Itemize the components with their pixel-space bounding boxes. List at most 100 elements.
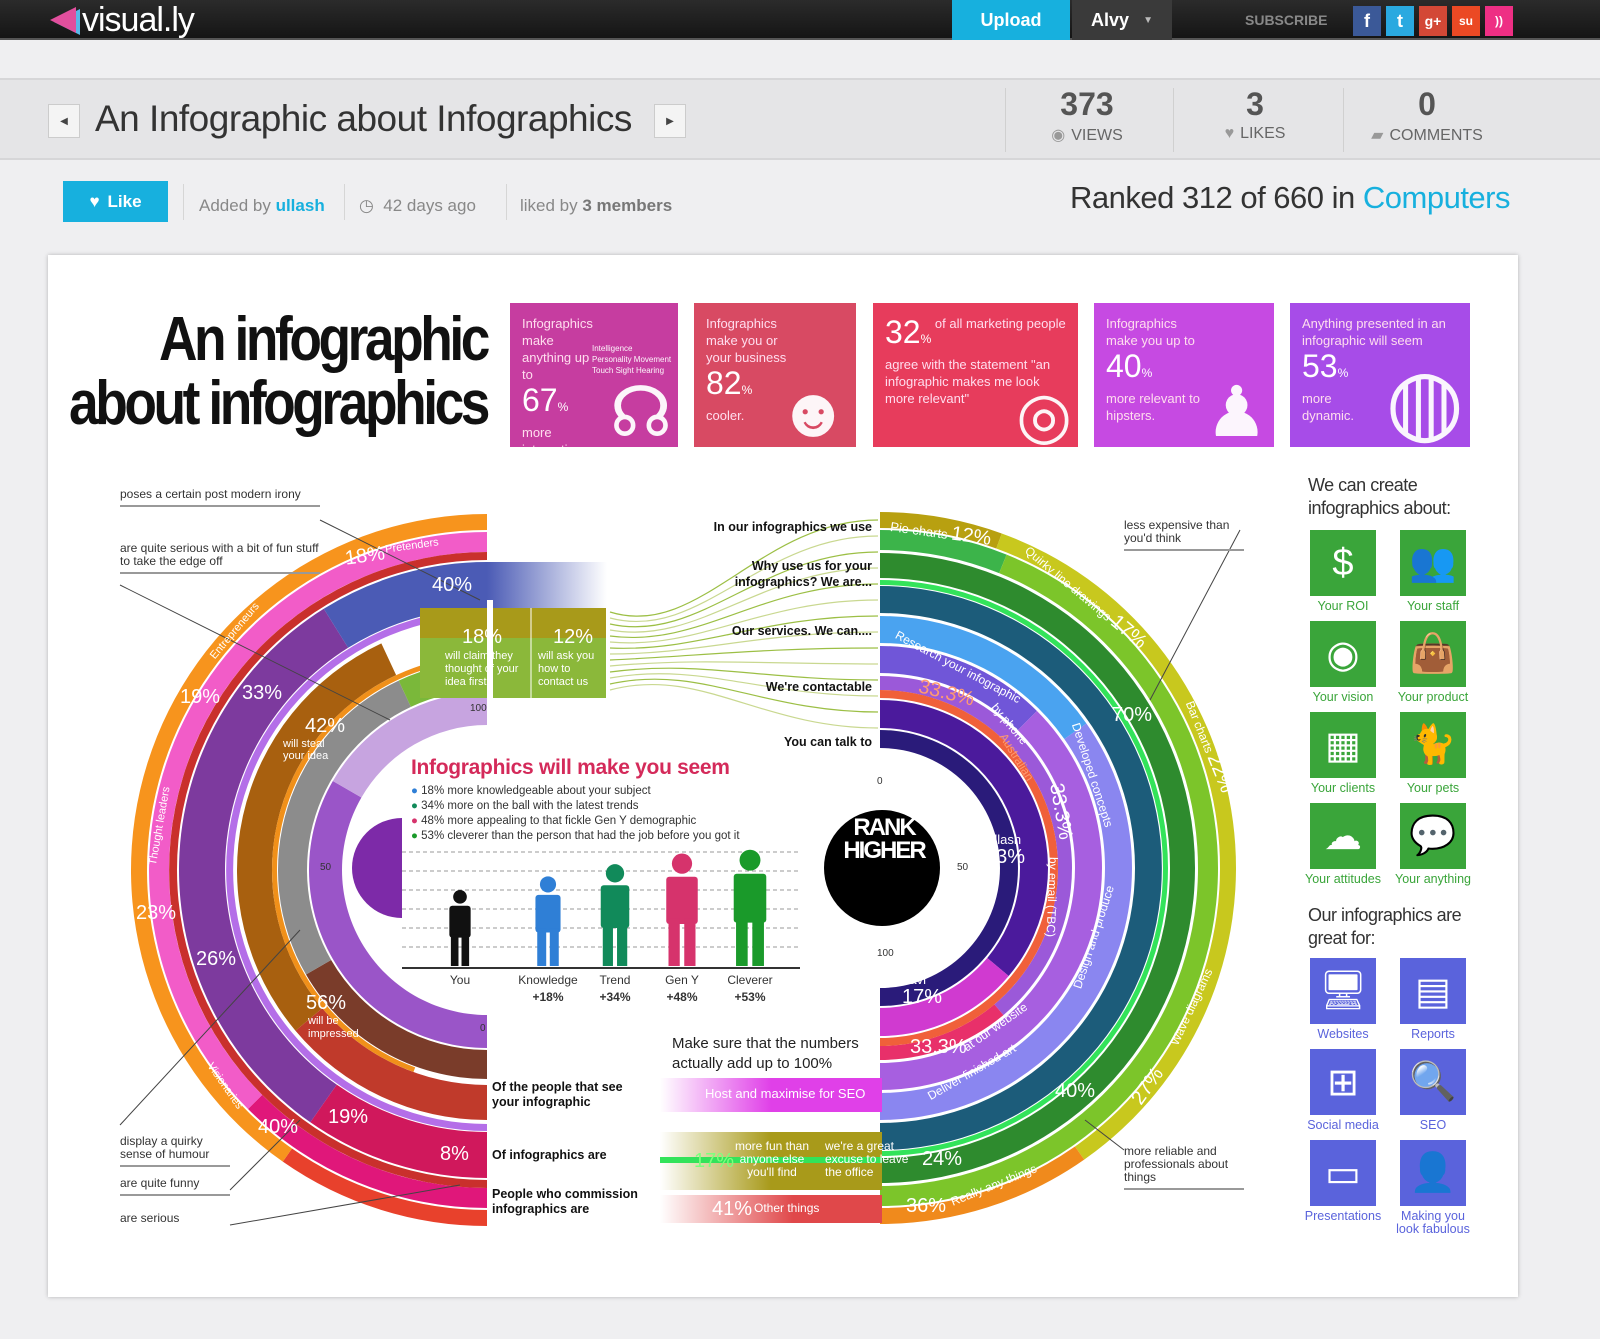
row-label: Of infographics are [492, 1148, 607, 1162]
upload-button[interactable]: Upload [952, 0, 1070, 40]
annotation: more reliable and professionals about th… [1124, 1145, 1244, 1190]
ring-value: 33.3% [910, 1036, 967, 1058]
stumbleupon-icon[interactable]: su [1452, 6, 1480, 36]
tile-label: SEO [1419, 1118, 1447, 1132]
ring-label: will claim they thought of your idea fir… [445, 650, 519, 688]
ring-value: 19% [328, 1106, 369, 1128]
previous-button[interactable]: ◀ [48, 104, 80, 138]
ring-value: 26% [196, 948, 237, 970]
ring-value: 8% [440, 1143, 469, 1165]
eye-icon: ◉ [1051, 127, 1066, 144]
ring-value: 40% [1055, 1080, 1096, 1102]
tile-value: 40 [1106, 348, 1142, 384]
added-by: Added by ullash [199, 196, 325, 216]
magnifier-icon: 🔍 [1400, 1049, 1466, 1115]
divider [183, 184, 184, 220]
building-icon: ▦ [1310, 712, 1376, 778]
tile-text: more relevant to hipsters. [1106, 391, 1200, 423]
ring-label: more fun than anyone else you'll find [734, 1139, 810, 1179]
ring-value: 12% [949, 522, 993, 550]
like-button[interactable]: ♥ Like [63, 181, 168, 222]
tile-text: Infographics make you up to [1106, 316, 1195, 348]
logo-mark-icon [50, 7, 76, 33]
brain-head-icon: ☊ [609, 373, 672, 447]
views-label: VIEWS [1071, 127, 1123, 144]
legend-item: ● 53% cleverer than the person that had … [411, 829, 740, 844]
tile-label: Websites [1317, 1027, 1369, 1041]
legend-dot-icon: ● [411, 830, 418, 842]
ring-label: we're a great excuse to leave the office [825, 1139, 909, 1179]
hipster-icon: ♟ [1205, 373, 1268, 447]
user-menu[interactable]: Alvy ▼ [1072, 0, 1172, 40]
tile-value: 82 [706, 365, 742, 401]
note-text: Make sure that the numbers actually add … [672, 1035, 859, 1072]
seem-chart-legend: ● 18% more knowledgeable about your subj… [411, 784, 740, 844]
legend-text: 18% more knowledgeable about your subjec… [421, 785, 651, 797]
comments-label: COMMENTS [1389, 127, 1483, 144]
row-label: People who commission infographics are [492, 1187, 638, 1216]
next-button[interactable]: ▶ [654, 104, 686, 138]
axis-tick: 0 [877, 776, 883, 787]
rss-icon[interactable]: )) [1485, 6, 1513, 36]
ring-label: Host and maximise for SEO [705, 1086, 866, 1101]
person-icon: 👤 [1400, 1140, 1466, 1206]
figure-name: Cleverer [727, 973, 773, 987]
ring-label: will ask you how to contact us [538, 650, 595, 688]
row-label: In our infographics we use [713, 520, 872, 534]
target-icon: ◎ [1016, 379, 1072, 447]
annotation: poses a certain post modern irony [120, 488, 320, 507]
time-ago: ◷ 42 days ago [359, 196, 476, 216]
page-title: An Infographic about Infographics [95, 98, 632, 139]
liked-count-link[interactable]: 3 members [582, 196, 672, 215]
tile-value: 32 [885, 314, 921, 350]
legend-item: ● 18% more knowledgeable about your subj… [411, 784, 740, 799]
tile-label: Presentations [1304, 1209, 1382, 1223]
figure-delta: +53% [734, 990, 766, 1004]
visually-logo[interactable]: visual.ly [50, 0, 195, 40]
figure-label: You [415, 972, 505, 989]
ring-value: 17% [902, 986, 943, 1008]
username: Alvy [1091, 9, 1130, 30]
ring-label: will be impressed [308, 1015, 359, 1040]
figure-name: You [449, 973, 471, 987]
twitter-icon[interactable]: t [1386, 6, 1414, 36]
rank-label: Ranked 312 of 660 in [1070, 180, 1355, 215]
legend-text: 34% more on the ball with the latest tre… [421, 800, 639, 812]
cat-icon: 🐈 [1400, 712, 1466, 778]
heart-icon: ♥ [89, 191, 100, 211]
ring-value: 40% [258, 1116, 299, 1138]
ring-value: 70% [1112, 704, 1153, 726]
tile-label: Reports [1411, 1027, 1455, 1041]
views-count: 373 [1060, 86, 1114, 122]
tile-label: Your pets [1406, 781, 1460, 795]
tile-text: more dynamic. [1302, 391, 1355, 423]
annotation: are quite serious with a bit of fun stuf… [120, 542, 320, 574]
facebook-icon[interactable]: f [1353, 6, 1381, 36]
axis-tick: 0 [480, 1023, 486, 1034]
row-label: You can talk to [784, 735, 872, 749]
logo-line: HIGHER [843, 837, 926, 864]
category-link[interactable]: Computers [1363, 180, 1511, 215]
tile-label: Your product [1397, 690, 1469, 704]
legend-dot-icon: ● [411, 800, 418, 812]
legend-dot-icon: ● [411, 815, 418, 827]
monitor-icon: 🖥 [1310, 958, 1376, 1024]
infographic-title: An infographic about infographics [69, 308, 490, 436]
ring-value: 41% [712, 1198, 753, 1220]
axis-tick: 50 [320, 862, 332, 873]
row-label: Why use us for your infographics? We are… [734, 559, 872, 589]
tile-label: Social media [1307, 1118, 1379, 1132]
ring-value: 19% [180, 686, 221, 708]
tile-label: Your staff [1406, 599, 1460, 613]
tile-label: Your clients [1310, 781, 1376, 795]
ring-value: 23% [136, 902, 177, 924]
row-label: Of the people that see your infographic [492, 1080, 623, 1109]
rank-text: Ranked 312 of 660 in Computers [1070, 180, 1510, 216]
row-label: We're contactable [765, 680, 872, 694]
einstein-icon: ☻ [776, 373, 850, 447]
author-link[interactable]: ullash [276, 196, 325, 215]
stat-tile-cooler: Infographics make you or your business 8… [694, 303, 856, 447]
tile-text: Infographics make anything up to [522, 316, 593, 382]
google-plus-icon[interactable]: g+ [1419, 6, 1447, 36]
tile-text: more interesting. [522, 425, 586, 447]
